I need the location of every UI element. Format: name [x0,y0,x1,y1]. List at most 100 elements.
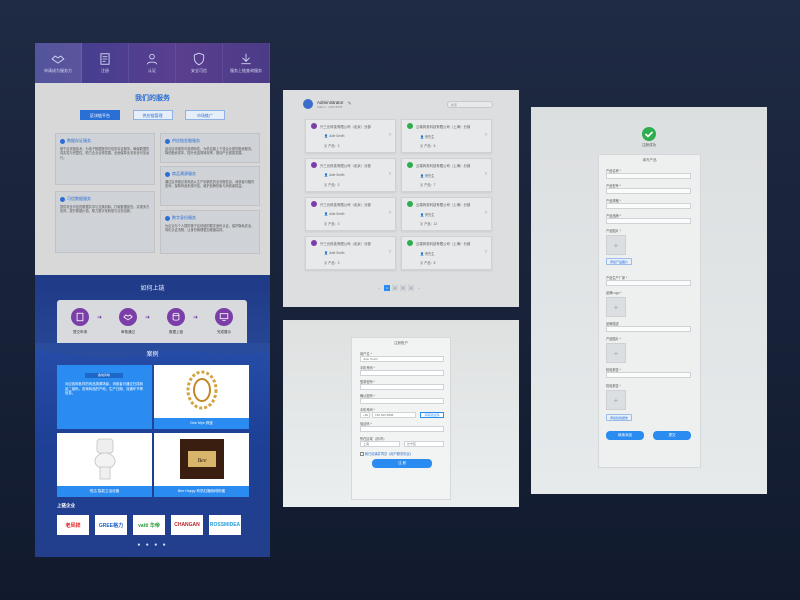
case-card[interactable]: Gee Mye 珠宝 [154,365,249,429]
partner-logo: vatti 华帝 [133,515,165,535]
add-report-button[interactable]: 添加检验报告 [606,414,633,421]
report-upload[interactable]: + [606,390,626,410]
agree-text[interactable]: 我已阅读并同意《用户服务协议》 [365,452,413,456]
page-2[interactable]: 2 [392,285,398,291]
service-icon [165,138,170,144]
company-card[interactable]: 兴三元科技有限公司（北京）分部 👤 Julie Smith ▣ 产品：3 › [305,236,396,270]
logo-upload[interactable]: + [606,297,626,317]
carousel-dots[interactable]: ● ● ● ● [35,542,270,548]
service-card: 商品溯源服务 通过区块链记录商品从生产到销售的全流程信息，消费者可随时查询，保障… [160,166,260,206]
nav-item-apply[interactable]: 申请成为服务方 [35,43,82,83]
company-card[interactable]: 云端商务科技有限公司（上海）分部 👤 黄先生 ▣ 产品：5 › [401,119,492,153]
continue-add-button[interactable]: 继续添加 [606,431,644,440]
form-title: 注册账户 [394,341,408,345]
nav-item-query[interactable]: 服务上链查询服务 [223,43,270,83]
get-code-button[interactable]: 获取验证码 [420,412,444,418]
contact-name: Julie Smith [328,251,345,255]
nav-item-security[interactable]: 安全可信 [176,43,223,83]
product-model-field[interactable] [606,188,691,194]
company-name: 云端商务科技有限公司（上海）分部 [416,242,471,246]
page-4[interactable]: 4 [408,285,414,291]
product-form: 填写产品 产品名称 * 产品型号 * 产品规格 * 产品品牌 * 产品图片 * … [598,154,701,468]
manufacturer-field[interactable] [606,280,691,286]
register-submit-button[interactable]: 注 册 [372,459,432,468]
image-upload[interactable]: + [606,235,626,255]
report-field[interactable] [606,372,691,378]
user-header: Administrator Admin · 1234 5678 ✎ [303,99,352,109]
handshake-icon [123,314,133,321]
service-card: 数字身份服务 为企业与个人提供基于区块链的数字身份认证，保护隐私安全，简化认证流… [160,210,260,254]
phone-prefix[interactable]: +86 [360,412,370,418]
product-count: 产品：3 [328,144,340,148]
page-prev[interactable]: ‹ [376,285,382,291]
document-icon [100,53,110,65]
username-field[interactable]: Julie Smith [360,356,444,362]
tab-supply-chain[interactable]: 供应链管理 [132,110,173,120]
confirm-password-field[interactable] [360,398,444,404]
company-card[interactable]: 兴三元科技有限公司（北京）分部 👤 Julie Smith ▣ 产品：3 › [305,197,396,231]
company-card[interactable]: 云端商务科技有限公司（上海）分部 👤 黄先生 ▣ 产品：7 › [401,158,492,192]
search-input[interactable]: 搜索 [447,101,493,108]
password-field[interactable] [360,384,444,390]
company-name: 兴三元科技有限公司（北京）分部 [320,242,371,246]
product-name-field[interactable] [606,173,691,179]
handshake-icon [51,55,65,64]
agree-checkbox[interactable] [360,452,364,457]
product-image-upload[interactable]: + [606,343,626,363]
tab-marketing[interactable]: 市场推广 [185,110,225,120]
mobile-field[interactable] [360,370,444,376]
services-title: 我们的服务 [135,95,170,102]
page-1[interactable]: 1 [384,285,390,291]
display-icon [219,313,229,321]
contact-name: 黄先生 [424,135,435,139]
province-select[interactable]: 上海 [360,441,400,447]
product-brand-field[interactable] [606,218,691,224]
product-spec-field[interactable] [606,203,691,209]
page-next[interactable]: › [416,285,422,291]
edit-icon[interactable]: ✎ [348,101,352,107]
company-name: 云端商务科技有限公司（上海）分部 [416,164,471,168]
company-card[interactable]: 云端商务科技有限公司（上海）分部 👤 黄先生 ▣ 产品：8 › [401,236,492,270]
arrow-icon: ➜ [97,315,103,321]
step-chain: 数据上链 [161,308,191,335]
add-image-button[interactable]: 添加产品图片 [606,258,633,265]
submit-button[interactable]: 提交 [653,431,691,440]
service-icon [60,138,65,144]
company-name: 云端商务科技有限公司（上海）分部 [416,203,471,207]
nav-item-certify[interactable]: 认证 [129,43,176,83]
toggle-icon [311,201,317,207]
chevron-right-icon: › [485,249,487,255]
case-card[interactable]: Bee Bee Happy 有机红糖咖啡粉蜜 [154,433,249,497]
product-count: 产品：12 [424,222,438,226]
code-field[interactable] [360,426,444,432]
shield-icon [193,52,205,66]
service-icon [165,215,170,221]
company-card[interactable]: 云端商务科技有限公司（上海）分部 👤 黄先生 ▣ 产品：12 › [401,197,492,231]
company-card[interactable]: 兴三元科技有限公司（北京）分部 👤 Julie Smith ▣ 产品：3 › [305,119,396,153]
toggle-icon [311,123,317,129]
user-sub: Admin · 1234 5678 [317,104,343,109]
partner-logo: ROSSMIDEA [209,515,241,535]
partner-logo: CHANGAN [171,515,203,535]
success-check-icon [642,127,656,141]
download-icon [241,53,251,65]
success-title: 注册成功 [642,143,656,147]
tab-blockchain[interactable]: 区块链平台 [80,110,120,120]
nav-item-register[interactable]: 注册 [82,43,129,83]
step-apply: 提交申请 [65,308,95,335]
chevron-right-icon: › [485,210,487,216]
brand-desc-field[interactable] [606,326,691,332]
step-approve: 审核通过 [113,308,143,335]
pagination: ‹ 1 2 3 4 › [376,285,422,291]
company-list-page: Administrator Admin · 1234 5678 ✎ 搜索 兴三元… [283,90,519,307]
check-icon [407,123,413,129]
services-section: 我们的服务 区块链平台 供应链管理 市场推广 数据存证服务 基于区块链技术，为电… [35,83,270,275]
company-card[interactable]: 兴三元科技有限公司（北京）分部 👤 Julie Smith ▣ 产品：3 › [305,158,396,192]
avatar[interactable] [303,99,313,109]
phone-field[interactable]: 158 840 8888 [372,412,416,418]
city-select[interactable]: 长宁区 [404,441,444,447]
page-3[interactable]: 3 [400,285,406,291]
step-display: 完成展示 [209,308,239,335]
case-card-highlight[interactable]: 各地风味 对应各种各样的商品溯源场景，消费者可通过扫描商品二维码，查询商品的产地… [57,365,152,429]
case-card[interactable]: 恒洁 智能卫浴设备 [57,433,152,497]
